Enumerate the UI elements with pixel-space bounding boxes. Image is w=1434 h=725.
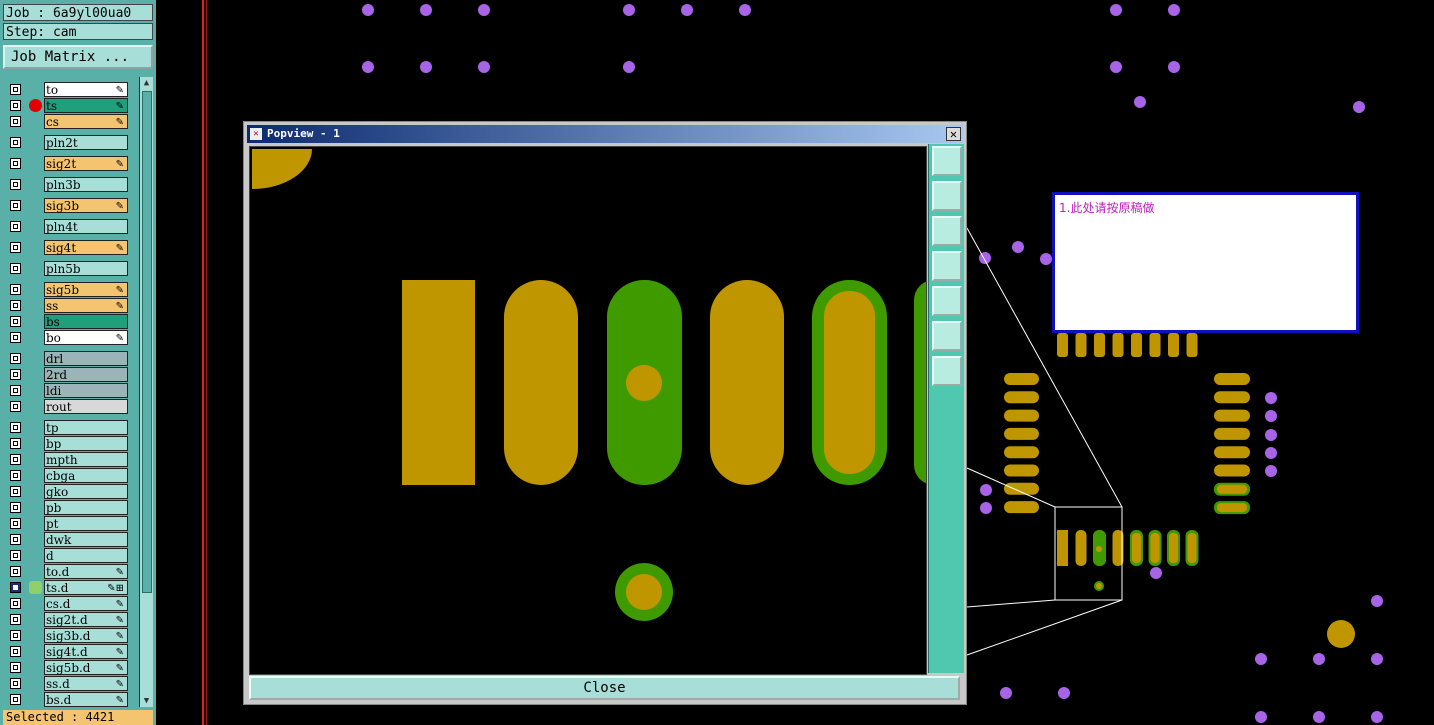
via-pad (1096, 583, 1102, 589)
drill-pad (420, 61, 432, 73)
smd-pad (1214, 373, 1250, 385)
zoom-out-icon[interactable] (932, 356, 962, 386)
corner-pad (252, 149, 312, 189)
pan-down-icon[interactable] (932, 216, 962, 246)
smd-pad (1004, 482, 1039, 495)
zoom-in-icon[interactable] (932, 321, 962, 351)
drill-pad (1040, 253, 1052, 265)
smd-pad (1004, 427, 1039, 440)
oval-pad (710, 280, 784, 485)
drill-pad (1168, 61, 1180, 73)
drill-pad (1150, 567, 1162, 579)
close-button[interactable]: Close (249, 676, 960, 700)
smd-pad (1186, 333, 1198, 357)
smd-pad (1075, 333, 1087, 357)
smd-pad (1004, 501, 1039, 514)
annotation-note-text: 1.此处请按原稿做 (1059, 201, 1155, 215)
large-pad (1327, 620, 1355, 648)
smd-pad (1132, 533, 1141, 563)
smd-pad (1168, 333, 1179, 357)
drill-pad (1255, 653, 1267, 665)
smd-pad (1214, 464, 1250, 477)
zoom-home-icon[interactable] (932, 146, 962, 176)
drill-pad (1353, 101, 1365, 113)
drill-pad (478, 4, 490, 16)
drill-pad (1110, 61, 1122, 73)
drill-pad (980, 484, 992, 496)
oval-pad (504, 280, 578, 485)
via-pad (626, 574, 662, 610)
smd-pad (1131, 333, 1142, 357)
smd-pad (1075, 530, 1087, 566)
drill-pad (739, 4, 751, 16)
zoom-leader-line (966, 599, 1123, 656)
drill-pad (1265, 410, 1277, 422)
smd-pad (1004, 391, 1039, 404)
drill-pad (1265, 447, 1277, 459)
drill-pad (1371, 595, 1383, 607)
drill-pad (1265, 429, 1277, 441)
popview-drawing (252, 149, 926, 621)
oval-pad-partial (914, 281, 926, 484)
drill-pad (681, 4, 693, 16)
pan-left-icon[interactable] (932, 251, 962, 281)
smd-pad (1214, 446, 1250, 459)
smd-pad (1004, 446, 1039, 459)
drill-pad (1110, 4, 1122, 16)
popview-window: ✕ Popview - 1 ✕ Close (243, 121, 967, 705)
smd-pad (1004, 373, 1039, 385)
smd-pad (1217, 503, 1247, 513)
pan-up-icon[interactable] (932, 181, 962, 211)
zoom-leader-line (966, 599, 1056, 608)
drill-pad (1012, 241, 1024, 253)
drill-pad (1058, 687, 1070, 699)
drill-pad (1168, 4, 1180, 16)
pan-right-icon[interactable] (932, 286, 962, 316)
drill-pad (1265, 392, 1277, 404)
oval-pad-inner (824, 291, 875, 474)
window-icon: ✕ (250, 128, 262, 140)
smd-pad (1057, 333, 1068, 357)
close-icon[interactable]: ✕ (946, 127, 961, 141)
drill-pad (1371, 653, 1383, 665)
smd-pad (1214, 391, 1250, 404)
annotation-note[interactable]: 1.此处请按原稿做 (1052, 192, 1359, 333)
popview-canvas[interactable] (249, 146, 927, 675)
popview-titlebar[interactable]: ✕ Popview - 1 ✕ (247, 125, 963, 143)
smd-pad (1112, 333, 1124, 357)
smd-pad (1214, 427, 1250, 440)
smd-pads (1004, 333, 1355, 648)
smd-pad (1004, 409, 1039, 422)
drill-pad (1134, 96, 1146, 108)
via-drill (626, 365, 662, 401)
smd-pad (1004, 464, 1039, 477)
smd-pad (1150, 533, 1160, 563)
smd-pad (1057, 530, 1068, 566)
drill-pad (623, 61, 635, 73)
smd-pad (1169, 533, 1178, 563)
drill-pad (623, 4, 635, 16)
square-pad (402, 280, 475, 485)
drill-pad (1371, 711, 1383, 723)
drill-pad (1313, 653, 1325, 665)
drill-pad (1255, 711, 1267, 723)
smd-pad (1187, 533, 1197, 563)
smd-pad (1217, 484, 1247, 494)
drill-pad (1000, 687, 1012, 699)
drill-pad (362, 4, 374, 16)
drill-pad (478, 61, 490, 73)
drill-pad (1265, 465, 1277, 477)
drill-pad (1313, 711, 1325, 723)
smd-pad (1214, 409, 1250, 422)
smd-pad (1149, 333, 1161, 357)
drill-pad (980, 502, 992, 514)
smd-pad (1094, 333, 1105, 357)
drill-pad (420, 4, 432, 16)
popview-title: Popview - 1 (267, 127, 340, 140)
via-drill (1096, 546, 1102, 552)
popview-toolbar (928, 144, 964, 673)
drill-pad (362, 61, 374, 73)
